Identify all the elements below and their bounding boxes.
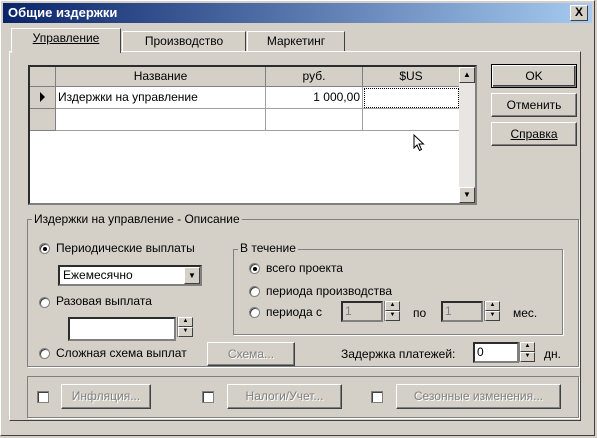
spin-up-icon[interactable]: ▲ (178, 317, 193, 327)
tab-management[interactable]: Управление (11, 28, 121, 53)
current-row-arrow-icon (40, 92, 45, 102)
table-cell-rub[interactable]: 1 000,00 (266, 87, 363, 109)
tab-marketing[interactable]: Маркетинг (247, 31, 345, 51)
period-to-spinner[interactable]: ▲ ▼ (484, 301, 500, 321)
spin-down-icon[interactable]: ▼ (178, 327, 193, 337)
row-indicator[interactable] (30, 109, 56, 131)
single-payment-spinner[interactable]: ▲ ▼ (177, 317, 193, 337)
period-to-input[interactable]: 1 (441, 301, 483, 322)
column-header-name[interactable]: Название (56, 67, 266, 87)
grid-vertical-scrollbar[interactable]: ▲ ▼ (459, 67, 475, 203)
tab-marketing-label: Маркетинг (266, 34, 326, 48)
tab-production[interactable]: Производство (122, 31, 246, 51)
months-label: мес. (513, 306, 538, 320)
table-cell-name[interactable]: Издержки на управление (56, 87, 266, 109)
column-header-usd[interactable]: $US (363, 67, 460, 87)
complex-scheme-label: Сложная схема выплат (56, 346, 187, 360)
taxes-button[interactable]: Налоги/Учет... (227, 384, 342, 409)
production-period-radio[interactable] (249, 286, 260, 297)
complex-scheme-radio[interactable] (39, 348, 50, 359)
scroll-down-icon[interactable]: ▼ (459, 187, 475, 203)
period-from-input[interactable]: 1 (341, 301, 383, 322)
period-from-radio[interactable] (249, 307, 260, 318)
seasonal-button[interactable]: Сезонные изменения... (396, 384, 561, 409)
window-title: Общие издержки (8, 5, 118, 20)
description-group-title: Издержки на управление - Описание (32, 212, 242, 226)
scheme-button[interactable]: Схема... (207, 342, 295, 366)
payment-delay-spinner[interactable]: ▲ ▼ (519, 342, 535, 362)
dialog-window: Общие издержки X Управление Производство… (0, 0, 595, 436)
tab-management-label: Управление (32, 31, 100, 45)
chevron-down-icon[interactable]: ▼ (184, 267, 200, 284)
payment-delay-input[interactable]: 0 (473, 342, 519, 363)
close-button[interactable]: X (570, 5, 588, 21)
table-cell-usd[interactable] (363, 87, 460, 109)
spin-up-icon[interactable]: ▲ (485, 301, 500, 311)
row-indicator[interactable] (30, 87, 56, 109)
whole-project-radio[interactable] (249, 263, 260, 274)
spin-down-icon[interactable]: ▼ (520, 352, 535, 362)
ok-button[interactable]: OK (491, 64, 577, 88)
whole-project-label: всего проекта (266, 261, 343, 275)
help-button[interactable]: Справка (491, 122, 577, 146)
production-period-label: периода производства (266, 284, 393, 298)
spin-down-icon[interactable]: ▼ (485, 311, 500, 321)
periodic-radio[interactable] (39, 243, 50, 254)
payment-delay-label: Задержка платежей: (341, 347, 456, 361)
frequency-value: Ежемесячно (63, 268, 133, 282)
table-cell-rub[interactable] (266, 109, 363, 131)
table-cell-name[interactable] (56, 109, 266, 131)
days-label: дн. (544, 347, 561, 361)
help-button-label: Справка (510, 127, 558, 141)
single-payment-input[interactable] (68, 317, 176, 341)
single-payment-label: Разовая выплата (56, 294, 152, 308)
grid-corner (30, 67, 56, 87)
taxes-checkbox[interactable] (202, 391, 214, 403)
spin-up-icon[interactable]: ▲ (385, 301, 400, 311)
tab-production-label: Производство (144, 34, 224, 48)
cost-grid[interactable]: Название руб. $US Издержки на управление… (28, 65, 477, 205)
spin-up-icon[interactable]: ▲ (520, 342, 535, 352)
period-group-title: В течение (238, 241, 298, 255)
column-header-rub[interactable]: руб. (266, 67, 363, 87)
period-from-spinner[interactable]: ▲ ▼ (384, 301, 400, 321)
period-from-label: периода с (266, 305, 322, 319)
periodic-label: Периодические выплаты (56, 241, 195, 255)
frequency-select[interactable]: Ежемесячно ▼ (58, 265, 202, 286)
seasonal-checkbox[interactable] (371, 391, 383, 403)
title-bar: Общие издержки X (3, 3, 592, 23)
table-cell-usd[interactable] (363, 109, 460, 131)
mouse-pointer-icon (413, 134, 425, 152)
inflation-button[interactable]: Инфляция... (61, 384, 151, 409)
cancel-button[interactable]: Отменить (491, 93, 577, 117)
single-payment-radio[interactable] (39, 297, 50, 308)
spin-down-icon[interactable]: ▼ (385, 311, 400, 321)
inflation-checkbox[interactable] (37, 391, 49, 403)
to-label: по (413, 306, 427, 320)
scroll-up-icon[interactable]: ▲ (459, 67, 475, 83)
